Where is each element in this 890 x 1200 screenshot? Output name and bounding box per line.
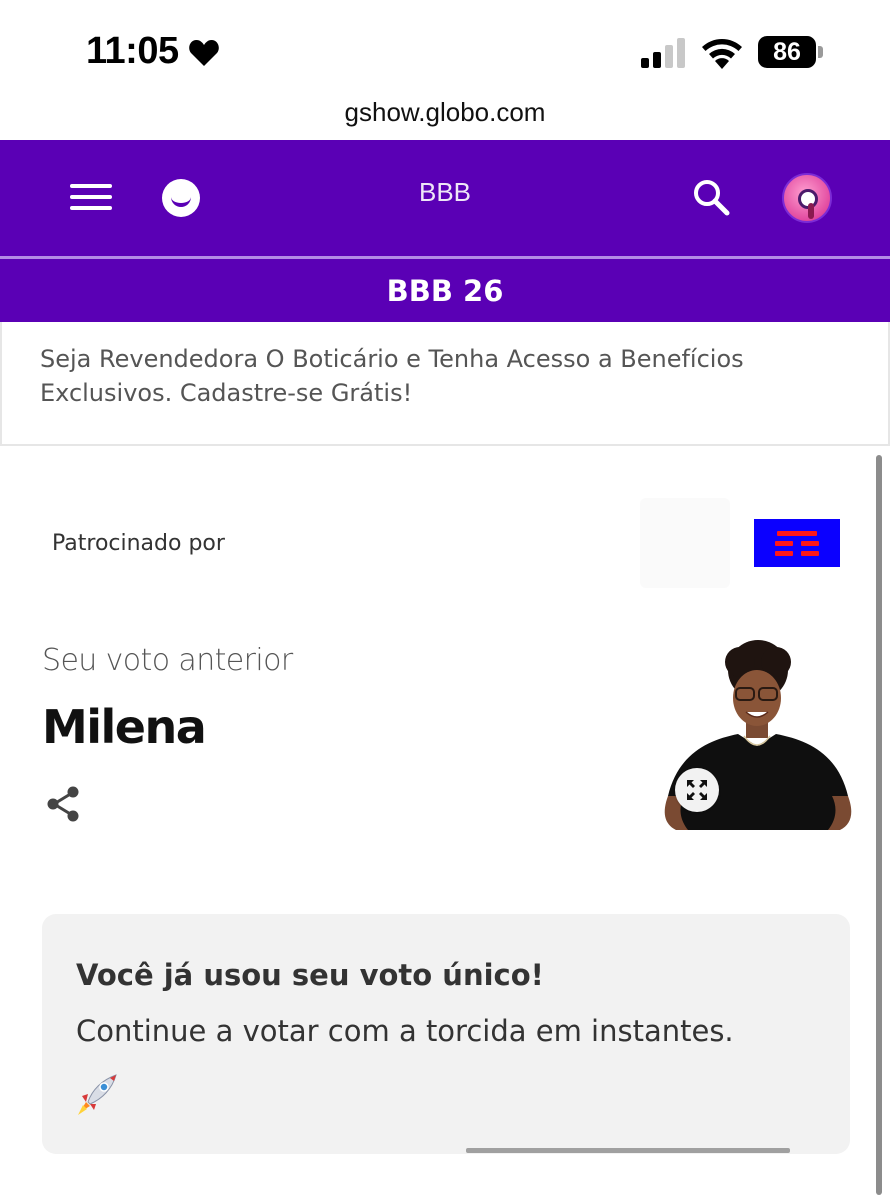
info-title: Você já usou seu voto único!: [76, 958, 544, 992]
sponsor-logo[interactable]: [754, 519, 840, 567]
nav-title[interactable]: BBB: [0, 177, 890, 208]
sponsor-label: Patrocinado por: [52, 531, 225, 556]
expand-icon: [687, 780, 707, 800]
previous-vote-label: Seu voto anterior: [42, 643, 293, 678]
signal-icon: [641, 38, 685, 68]
progress-line: [466, 1148, 790, 1153]
avatar[interactable]: [782, 173, 832, 223]
ad-text: Seja Revendedora O Boticário e Tenha Ace…: [40, 345, 744, 407]
top-nav: BBB: [0, 140, 890, 256]
url-bar[interactable]: gshow.globo.com: [0, 95, 890, 139]
battery-percent: 86: [773, 37, 801, 66]
sub-nav-title: BBB 26: [386, 273, 504, 308]
vote-info-card: Você já usou seu voto único! Continue a …: [42, 914, 850, 1154]
battery-icon: 86: [758, 36, 824, 68]
share-icon[interactable]: [46, 786, 80, 822]
status-bar: 11:05 86: [0, 0, 890, 95]
heart-icon: [189, 40, 219, 66]
sponsor-ghost-logo: [640, 498, 730, 588]
rocket-icon: [78, 1074, 117, 1115]
ad-banner[interactable]: Seja Revendedora O Boticário e Tenha Ace…: [0, 322, 890, 446]
search-icon[interactable]: [690, 176, 732, 218]
sub-nav[interactable]: BBB 26: [0, 256, 890, 322]
info-text: Continue a votar com a torcida em instan…: [76, 1014, 734, 1048]
scrollbar[interactable]: [876, 455, 882, 1195]
expand-button[interactable]: [675, 768, 719, 812]
wifi-icon: [702, 39, 742, 69]
status-time: 11:05: [86, 30, 179, 72]
previous-vote-name: Milena: [42, 700, 207, 754]
